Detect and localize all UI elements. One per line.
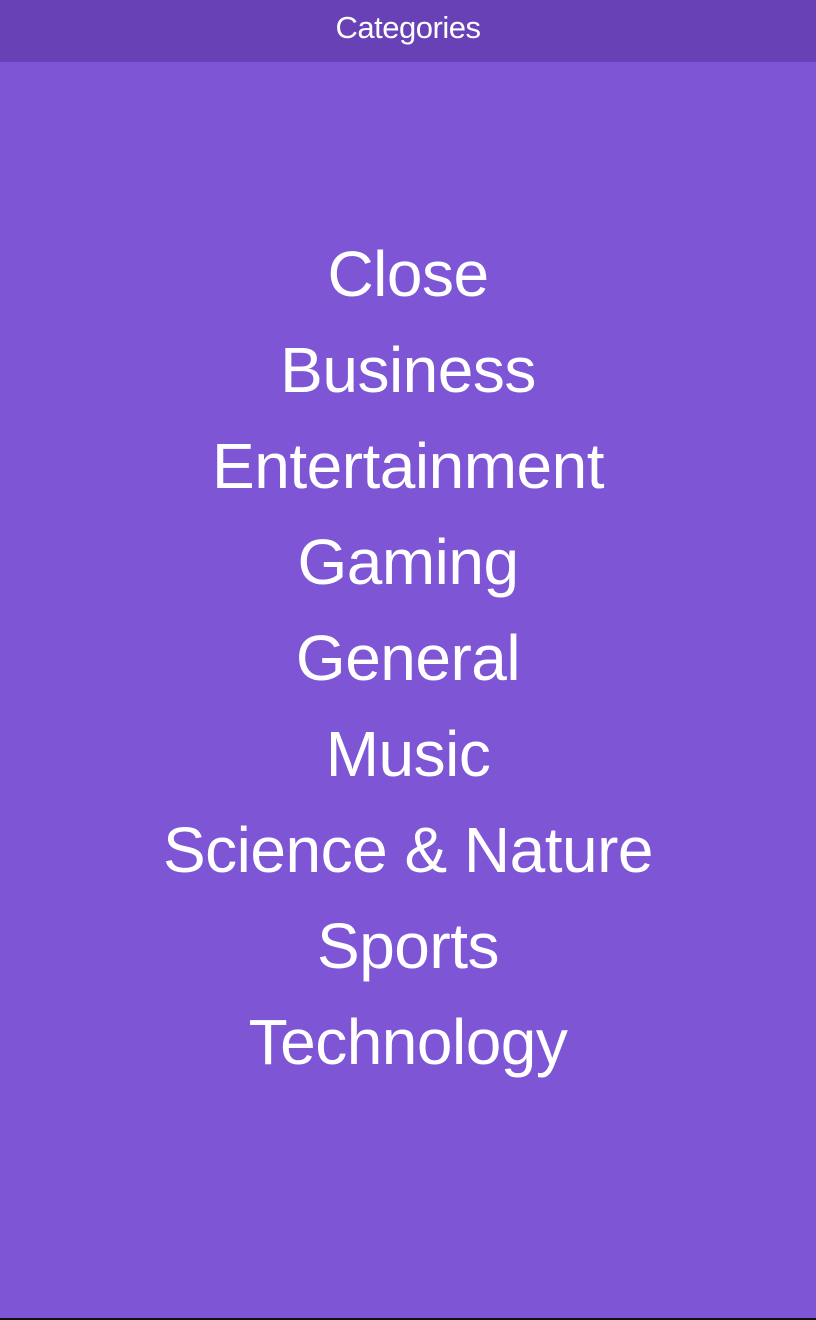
category-item-entertainment[interactable]: Entertainment — [0, 418, 816, 514]
page-title: Categories — [335, 10, 481, 45]
top-bar: Categories — [0, 0, 816, 62]
category-item-business[interactable]: Business — [0, 322, 816, 418]
close-button[interactable]: Close — [0, 226, 816, 322]
category-item-science-nature[interactable]: Science & Nature — [0, 802, 816, 898]
category-menu: Close Business Entertainment Gaming Gene… — [0, 226, 816, 1090]
category-item-gaming[interactable]: Gaming — [0, 514, 816, 610]
category-item-general[interactable]: General — [0, 610, 816, 706]
category-item-sports[interactable]: Sports — [0, 898, 816, 994]
category-item-music[interactable]: Music — [0, 706, 816, 802]
categories-screen: Categories Close Business Entertainment … — [0, 0, 816, 1318]
category-item-technology[interactable]: Technology — [0, 994, 816, 1090]
